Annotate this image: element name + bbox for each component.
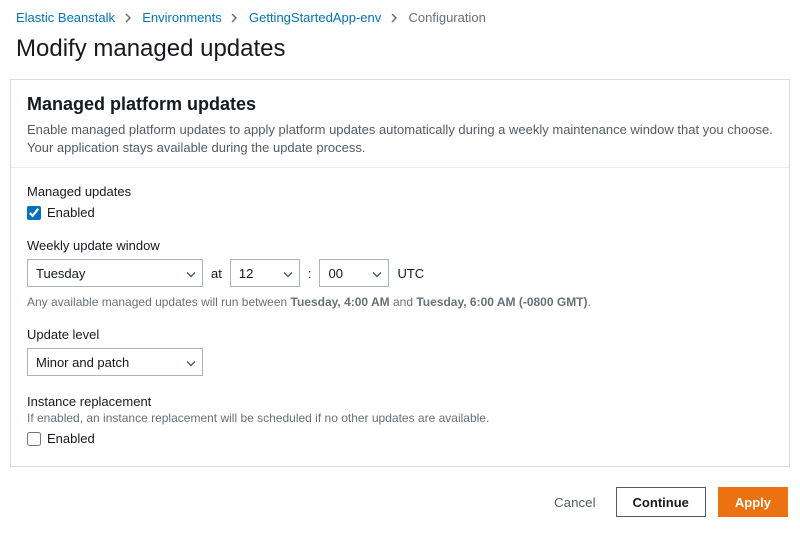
chevron-right-icon [231,10,239,25]
instance-replacement-checkbox[interactable] [27,432,41,446]
instance-replacement-checkbox-row[interactable]: Enabled [27,431,773,446]
apply-button[interactable]: Apply [718,487,788,517]
breadcrumb-environments[interactable]: Environments [142,10,221,25]
update-level-select[interactable]: Minor and patch [27,348,203,376]
weekly-minute-select[interactable]: 00 [319,259,389,287]
chevron-right-icon [125,10,133,25]
managed-updates-checkbox[interactable] [27,206,41,220]
weekly-hour-select[interactable]: 12 [230,259,300,287]
breadcrumb-current: Configuration [408,10,485,25]
instance-replacement-label: Instance replacement [27,394,773,409]
footer-actions: Cancel Continue Apply [0,477,800,529]
weekly-day-select[interactable]: Tuesday [27,259,203,287]
caret-down-icon [186,355,196,370]
breadcrumb: Elastic Beanstalk Environments GettingSt… [0,0,800,31]
managed-updates-panel: Managed platform updates Enable managed … [10,79,790,467]
breadcrumb-env-name[interactable]: GettingStartedApp-env [249,10,381,25]
weekly-minute-value: 00 [328,266,342,281]
instance-replacement-checkbox-label: Enabled [47,431,95,446]
at-label: at [211,266,222,281]
page-title: Modify managed updates [16,35,784,63]
weekly-window-field: Weekly update window Tuesday at 12 : 00 … [27,238,773,309]
continue-button[interactable]: Continue [616,487,706,517]
instance-replacement-hint: If enabled, an instance replacement will… [27,411,773,425]
instance-replacement-field: Instance replacement If enabled, an inst… [27,394,773,446]
managed-updates-label: Managed updates [27,184,773,199]
managed-updates-field: Managed updates Enabled [27,184,773,220]
weekly-window-label: Weekly update window [27,238,773,253]
update-level-label: Update level [27,327,773,342]
panel-description: Enable managed platform updates to apply… [27,121,773,157]
cancel-button[interactable]: Cancel [546,495,604,510]
managed-updates-checkbox-label: Enabled [47,205,95,220]
breadcrumb-elastic-beanstalk[interactable]: Elastic Beanstalk [16,10,115,25]
timezone-label: UTC [397,266,424,281]
caret-down-icon [283,266,293,281]
colon-separator: : [308,266,312,281]
update-level-value: Minor and patch [36,355,129,370]
weekly-window-help: Any available managed updates will run b… [27,295,773,309]
caret-down-icon [372,266,382,281]
caret-down-icon [186,266,196,281]
panel-header: Managed platform updates Enable managed … [11,80,789,168]
panel-title: Managed platform updates [27,94,773,115]
weekly-hour-value: 12 [239,266,253,281]
chevron-right-icon [391,10,399,25]
update-level-field: Update level Minor and patch [27,327,773,376]
managed-updates-checkbox-row[interactable]: Enabled [27,205,773,220]
weekly-day-value: Tuesday [36,266,85,281]
